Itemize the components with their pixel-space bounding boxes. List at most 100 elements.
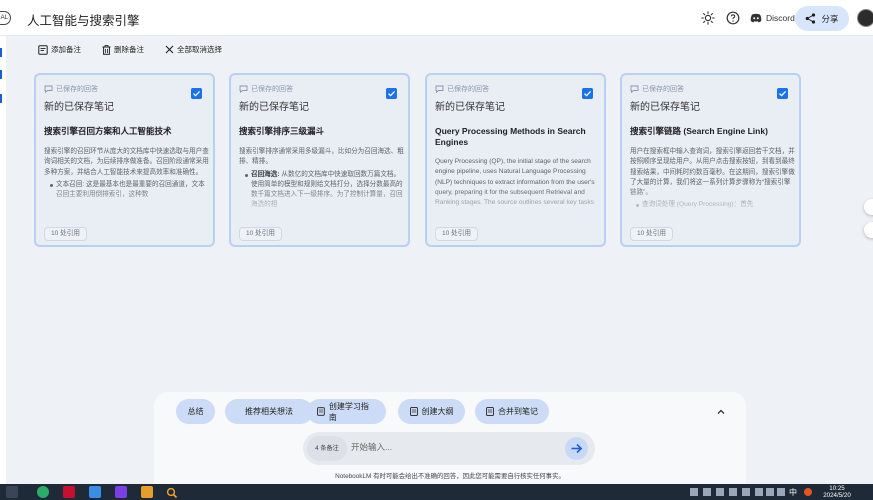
- help-icon[interactable]: [726, 11, 740, 25]
- chat-bubble-icon: [239, 85, 248, 93]
- vivaldi-icon[interactable]: [63, 486, 75, 498]
- delete-note-button[interactable]: 删除备注: [102, 44, 144, 55]
- checkbox-checked-icon[interactable]: [777, 88, 788, 99]
- sun-icon[interactable]: [701, 11, 715, 25]
- summary-chip[interactable]: 总结: [176, 399, 215, 424]
- card-bullet: 查询词处理 (Query Processing)：首先: [630, 200, 796, 210]
- card-body: 用户在搜索框中输入查询词，搜索引擎返回若干文档，并按照顺序呈现给用户。从用户点击…: [630, 147, 796, 217]
- arrow-right-icon: [571, 443, 583, 454]
- chat-input-box: 4 条备注: [303, 432, 595, 465]
- checkbox-checked-icon[interactable]: [191, 88, 202, 99]
- close-icon: [165, 45, 174, 54]
- discord-label: Discord: [766, 13, 795, 23]
- side-panel-toggle[interactable]: [864, 199, 873, 215]
- card-title: 搜索引擎排序三级漏斗: [239, 126, 325, 136]
- tray-icon[interactable]: [755, 488, 763, 496]
- outline-chip[interactable]: 创建大纲: [398, 399, 465, 424]
- add-note-button[interactable]: 添加备注: [38, 44, 81, 55]
- ime-indicator[interactable]: 中: [789, 487, 797, 498]
- rail-marker[interactable]: [0, 70, 2, 79]
- notebook-title[interactable]: 人工智能与搜索引擎: [27, 10, 140, 29]
- chat-bubble-icon: [630, 85, 639, 93]
- discord-icon: [750, 13, 762, 23]
- chat-bubble-icon: [435, 85, 444, 93]
- card-subtitle: 新的已保存笔记: [630, 102, 700, 113]
- tray-icon[interactable]: [804, 488, 812, 496]
- suggest-ideas-chip[interactable]: 推荐相关想法: [225, 399, 313, 424]
- card-subtitle: 新的已保存笔记: [435, 102, 505, 113]
- deselect-all-label: 全部取消选择: [177, 45, 222, 54]
- avatar[interactable]: [857, 9, 873, 27]
- clock-time: 10:25: [829, 485, 845, 492]
- saved-answer-text: 已保存的回答: [56, 86, 98, 93]
- discord-link[interactable]: Discord: [750, 10, 795, 26]
- card-body: 搜索引擎排序通常采用多级漏斗，比如分为召回海选、粗排、精排。 召回海选: 从数亿…: [239, 147, 405, 217]
- rail-marker[interactable]: [0, 94, 2, 103]
- windows-start-icon[interactable]: [6, 486, 18, 498]
- share-icon: [806, 13, 816, 24]
- send-button[interactable]: [565, 437, 588, 460]
- source-count-pill[interactable]: 4 条备注: [307, 436, 347, 461]
- card-body: Query Processing (QP), the initial stage…: [435, 157, 601, 217]
- tray-icon[interactable]: [716, 488, 724, 496]
- note-card[interactable]: 已保存的回答 新的已保存笔记 Query Processing Methods …: [425, 73, 606, 247]
- card-bullet-strong: 召回海选:: [251, 170, 280, 178]
- document-icon: [486, 407, 494, 416]
- rail-marker[interactable]: [0, 48, 2, 57]
- saved-answer-text: 已保存的回答: [642, 86, 684, 93]
- document-icon: [317, 407, 325, 416]
- system-clock[interactable]: 10:25 2024/5/20: [823, 485, 851, 499]
- card-body-text: 用户在搜索框中输入查询词，搜索引擎返回若干文档，并按照顺序呈现给用户。从用户点击…: [630, 148, 795, 197]
- card-title: 搜索引擎链路 (Search Engine Link): [630, 126, 768, 136]
- tray-icon[interactable]: [690, 488, 698, 496]
- card-body-text: 搜索引擎的召回环节从庞大的文档库中快速选取与用户查询词相关的文档，为后续排序做准…: [44, 148, 209, 176]
- share-button[interactable]: 分享: [795, 6, 849, 31]
- saved-answer-label: 已保存的回答: [239, 84, 293, 94]
- card-body: 搜索引擎的召回环节从庞大的文档库中快速选取与用户查询词相关的文档，为后续排序做准…: [44, 147, 210, 217]
- saved-answer-label: 已保存的回答: [630, 84, 684, 94]
- note-add-icon: [38, 44, 48, 55]
- card-body-text: 搜索引擎排序通常采用多级漏斗，比如分为召回海选、粗排、精排。: [239, 148, 404, 166]
- side-panel-toggle[interactable]: [864, 222, 873, 238]
- citation-count: 10 处引用: [239, 227, 282, 241]
- saved-answer-label: 已保存的回答: [435, 84, 489, 94]
- deselect-all-button[interactable]: 全部取消选择: [165, 44, 222, 55]
- merge-to-note-chip[interactable]: 合并到笔记: [475, 399, 549, 424]
- citation-count: 10 处引用: [44, 227, 87, 241]
- card-title: Query Processing Methods in Search Engin…: [435, 126, 586, 147]
- app-icon[interactable]: [89, 486, 101, 498]
- tray-icon[interactable]: [729, 488, 737, 496]
- wechat-icon[interactable]: [37, 486, 49, 498]
- trash-icon: [102, 44, 111, 55]
- search-icon[interactable]: [166, 486, 178, 499]
- app-icon[interactable]: [115, 486, 127, 498]
- chip-label: 合并到笔记: [498, 407, 538, 416]
- citation-count: 10 处引用: [630, 227, 673, 241]
- document-icon: [409, 407, 418, 416]
- note-card[interactable]: 已保存的回答 新的已保存笔记 搜索引擎链路 (Search Engine Lin…: [620, 73, 801, 247]
- tray-icon[interactable]: [742, 488, 750, 496]
- chat-input[interactable]: [351, 442, 561, 452]
- note-card[interactable]: 已保存的回答 新的已保存笔记 搜索引擎召回方案和人工智能技术 搜索引擎的召回环节…: [34, 73, 215, 247]
- chat-panel: 总结 推荐相关想法 创建学习指南 创建大纲 合并到笔记 4 条备注 Notebo…: [154, 392, 746, 484]
- left-tab[interactable]: AL: [0, 11, 11, 25]
- tray-icon[interactable]: [777, 488, 785, 496]
- share-label: 分享: [821, 13, 839, 24]
- os-taskbar: 中 10:25 2024/5/20: [0, 484, 873, 500]
- note-card[interactable]: 已保存的回答 新的已保存笔记 搜索引擎排序三级漏斗 搜索引擎排序通常采用多级漏斗…: [229, 73, 410, 247]
- study-guide-chip[interactable]: 创建学习指南: [307, 399, 386, 424]
- delete-note-label: 删除备注: [114, 45, 144, 54]
- card-bullet: 召回海选: 从数亿的文档库中快速取回数万篇文档。使用简单的模型和规则给文档打分，…: [239, 170, 405, 211]
- chip-label: 创建学习指南: [328, 401, 369, 422]
- app-icon[interactable]: [141, 486, 153, 498]
- chevron-up-icon[interactable]: [716, 407, 726, 417]
- tray-icon[interactable]: [703, 488, 711, 496]
- tray-icon[interactable]: [766, 488, 774, 496]
- card-title: 搜索引擎召回方案和人工智能技术: [44, 126, 172, 136]
- checkbox-checked-icon[interactable]: [582, 88, 593, 99]
- clock-date: 2024/5/20: [823, 492, 851, 499]
- top-bar: AL 人工智能与搜索引擎 Discord 分享: [0, 0, 873, 36]
- add-note-label: 添加备注: [51, 45, 81, 54]
- checkbox-checked-icon[interactable]: [386, 88, 397, 99]
- left-rail: [0, 36, 6, 484]
